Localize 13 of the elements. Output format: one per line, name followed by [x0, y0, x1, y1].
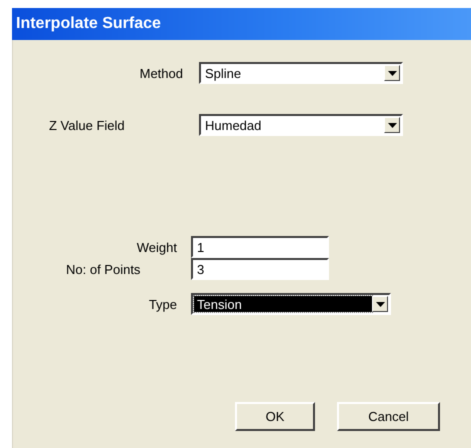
- ok-button[interactable]: OK: [235, 402, 315, 431]
- field-label: Z Value Field: [48, 118, 126, 132]
- field-label: Method: [138, 66, 183, 80]
- dropdown[interactable]: Humedad: [199, 114, 403, 136]
- dropdown[interactable]: Tension: [191, 293, 391, 315]
- input-field[interactable]: 1: [191, 236, 329, 258]
- input-field[interactable]: 3: [191, 258, 329, 280]
- dropdown[interactable]: Spline: [199, 62, 403, 84]
- field-label: Type: [148, 296, 177, 312]
- field-label: No: of Points: [65, 262, 142, 276]
- cancel-button[interactable]: Cancel: [337, 402, 440, 431]
- window-title: Interpolate Surface: [16, 15, 161, 33]
- field-label: Weight: [136, 240, 177, 254]
